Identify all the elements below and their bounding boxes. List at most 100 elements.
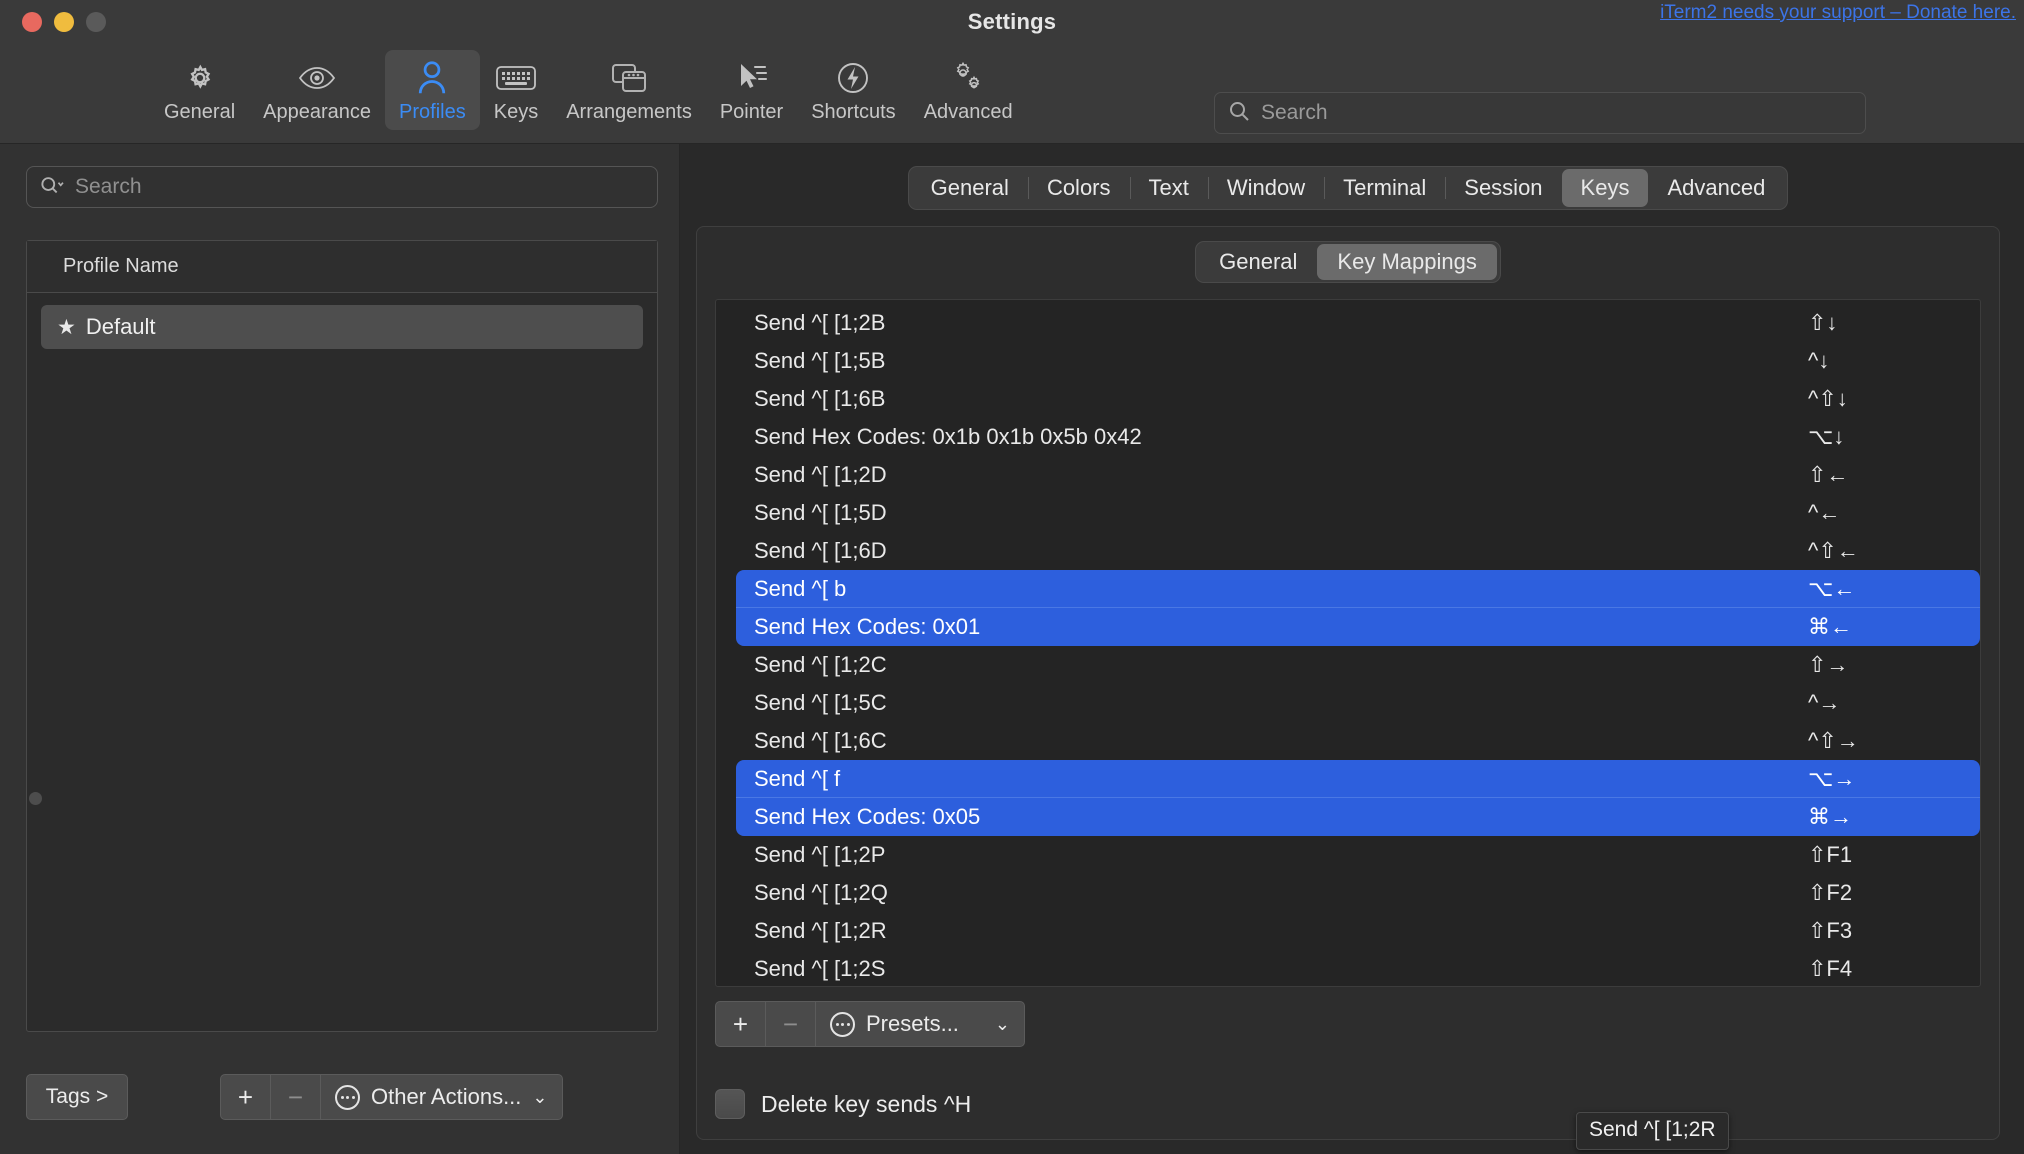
toolbar-item-appearance[interactable]: Appearance — [249, 50, 385, 130]
key-mapping-action: Send ^[ [1;2R — [754, 918, 887, 943]
key-mapping-row[interactable]: Send ^[ [1;2B ⇧↓ — [716, 304, 1980, 342]
bolt-circle-icon — [836, 58, 870, 98]
profile-row-default[interactable]: ★ Default — [41, 305, 643, 349]
key-mapping-shortcut: ^⇧← — [1808, 538, 1859, 563]
key-mappings-list[interactable]: Send ^[ [1;2B ⇧↓ Send ^[ [1;5B ^↓ Send ^[ [1… — [715, 299, 1981, 987]
toolbar-item-general[interactable]: General — [150, 50, 249, 130]
settings-toolbar: General Appearance Profiles Keys Arrange… — [0, 44, 2024, 144]
key-mapping-row[interactable]: Send ^[ [1;2P ⇧F1 — [716, 836, 1980, 874]
key-mapping-shortcut: ⌥→ — [1808, 765, 1856, 791]
key-mapping-row[interactable]: Send ^[ [1;6B ^⇧↓ — [716, 380, 1980, 418]
tab-keys[interactable]: Keys — [1561, 169, 1649, 207]
presets-popup[interactable]: Presets... ⌄ — [815, 1001, 1025, 1047]
toolbar-item-label: Advanced — [923, 101, 1013, 123]
add-profile-button[interactable]: + — [220, 1074, 270, 1120]
search-dropdown-icon[interactable] — [39, 174, 65, 201]
other-actions-popup[interactable]: Other Actions... ⌄ — [320, 1074, 563, 1120]
key-mapping-shortcut: ⇧F1 — [1808, 842, 1853, 867]
settings-window: Settings iTerm2 needs your support – Don… — [0, 0, 2024, 1154]
key-mapping-shortcut: ⇧↓ — [1808, 310, 1838, 335]
tab-text[interactable]: Text — [1129, 169, 1208, 207]
tab-window[interactable]: Window — [1207, 169, 1324, 207]
key-mapping-row[interactable]: Send ^[ f ⌥→ — [736, 760, 1980, 798]
mapping-tooltip: Send ^[ [1;2R — [1576, 1112, 1729, 1150]
toolbar-item-arrangements[interactable]: Arrangements — [552, 50, 706, 130]
remove-profile-button[interactable]: − — [270, 1074, 320, 1120]
toolbar-item-label: General — [164, 101, 236, 123]
key-mapping-action: Send ^[ b — [754, 575, 847, 601]
delete-key-checkbox[interactable] — [715, 1089, 745, 1119]
key-mapping-row[interactable]: Send ^[ [1;5D ^← — [716, 494, 1980, 532]
toolbar-item-shortcuts[interactable]: Shortcuts — [797, 50, 909, 130]
presets-label: Presets... — [866, 1011, 959, 1036]
key-mapping-shortcut: ⇧F4 — [1808, 956, 1853, 981]
key-mapping-action: Send ^[ [1;2D — [754, 462, 887, 487]
person-icon — [415, 58, 449, 98]
key-mapping-row[interactable]: Send ^[ [1;6C ^⇧→ — [716, 722, 1980, 760]
key-mapping-row[interactable]: Send ^[ [1;5C ^→ — [716, 684, 1980, 722]
key-mapping-shortcut: ^→ — [1808, 690, 1841, 715]
tab-advanced[interactable]: Advanced — [1648, 169, 1784, 207]
toolbar-search-field[interactable]: Search — [1214, 92, 1866, 134]
key-mapping-shortcut: ^⇧↓ — [1808, 386, 1848, 411]
eye-icon — [297, 58, 337, 98]
donate-link[interactable]: iTerm2 needs your support – Donate here. — [1660, 2, 2016, 24]
key-mapping-action: Send ^[ [1;2Q — [754, 880, 888, 905]
key-mapping-row[interactable]: Send Hex Codes: 0x01 ⌘← — [736, 608, 1980, 646]
key-mapping-action: Send Hex Codes: 0x05 — [754, 804, 981, 829]
key-mapping-shortcut: ⇧F2 — [1808, 880, 1853, 905]
subtab-key-mappings[interactable]: Key Mappings — [1317, 244, 1497, 280]
titlebar: Settings iTerm2 needs your support – Don… — [0, 0, 2024, 44]
add-mapping-button[interactable]: + — [715, 1001, 765, 1047]
toolbar-item-advanced[interactable]: Advanced — [910, 50, 1027, 130]
key-mapping-row[interactable]: Send ^[ [1;2R ⇧F3 — [716, 912, 1980, 950]
traffic-lights — [22, 12, 106, 32]
profile-row-label: Default — [85, 314, 156, 339]
close-button[interactable] — [22, 12, 42, 32]
profile-search-placeholder: Search — [75, 175, 142, 198]
key-mapping-shortcut: ⌘→ — [1808, 804, 1852, 829]
key-mapping-row[interactable]: Send ^[ [1;2Q ⇧F2 — [716, 874, 1980, 912]
key-mapping-row[interactable]: Send ^[ [1;2C ⇧→ — [716, 646, 1980, 684]
toolbar-item-label: Pointer — [719, 101, 784, 123]
key-mapping-row[interactable]: Send ^[ [1;2D ⇧← — [716, 456, 1980, 494]
key-mapping-row[interactable]: Send ^[ [1;5B ^↓ — [716, 342, 1980, 380]
key-mapping-row[interactable]: Send ^[ b ⌥← — [736, 570, 1980, 608]
tab-terminal[interactable]: Terminal — [1324, 169, 1445, 207]
key-mapping-row[interactable]: Send Hex Codes: 0x05 ⌘→ — [736, 798, 1980, 836]
key-mappings-bottom-bar: + − Presets... ⌄ Delete key sends ^H — [715, 987, 1981, 1139]
key-mapping-shortcut: ^⇧→ — [1808, 728, 1859, 753]
ellipsis-circle-icon — [335, 1084, 360, 1110]
pane-resize-handle[interactable] — [29, 792, 42, 805]
tab-general[interactable]: General — [912, 169, 1028, 207]
keys-subtabbar-wrap: General Key Mappings — [715, 241, 1981, 283]
remove-mapping-button[interactable]: − — [765, 1001, 815, 1047]
tags-button[interactable]: Tags > — [26, 1074, 128, 1120]
key-mapping-row[interactable]: Send ^[ [1;6D ^⇧← — [716, 532, 1980, 570]
toolbar-item-pointer[interactable]: Pointer — [706, 50, 797, 130]
key-mapping-action: Send ^[ [1;2B — [754, 310, 886, 335]
key-mapping-shortcut: ⌘← — [1808, 614, 1852, 639]
key-mapping-row[interactable]: Send ^[ [1;2S ⇧F4 — [716, 950, 1980, 986]
zoom-button[interactable] — [86, 12, 106, 32]
minimize-button[interactable] — [54, 12, 74, 32]
toolbar-search-placeholder: Search — [1261, 101, 1328, 124]
profile-search-field[interactable]: Search — [26, 166, 658, 208]
chevron-down-icon: ⌄ — [994, 1013, 1010, 1034]
toolbar-item-label: Shortcuts — [811, 101, 896, 123]
toolbar-item-label: Arrangements — [566, 101, 692, 123]
key-mapping-shortcut: ^← — [1808, 500, 1841, 525]
key-mapping-action: Send ^[ [1;6D — [754, 538, 887, 563]
search-icon — [1227, 99, 1251, 128]
key-mapping-shortcut: ⇧→ — [1808, 652, 1849, 677]
key-mapping-shortcut: ^↓ — [1808, 348, 1830, 373]
subtab-general[interactable]: General — [1199, 244, 1317, 280]
toolbar-item-keys[interactable]: Keys — [480, 50, 552, 130]
tab-colors[interactable]: Colors — [1027, 169, 1130, 207]
toolbar-item-profiles[interactable]: Profiles — [385, 50, 480, 130]
key-mapping-row[interactable]: Send Hex Codes: 0x1b 0x1b 0x5b 0x42 ⌥↓ — [716, 418, 1980, 456]
tab-session[interactable]: Session — [1445, 169, 1561, 207]
key-mapping-shortcut: ⇧F3 — [1808, 918, 1853, 943]
key-mapping-action: Send ^[ f — [754, 765, 841, 791]
keys-panel: General Key Mappings Send ^[ [1;2B ⇧↓ Send… — [696, 226, 2000, 1140]
